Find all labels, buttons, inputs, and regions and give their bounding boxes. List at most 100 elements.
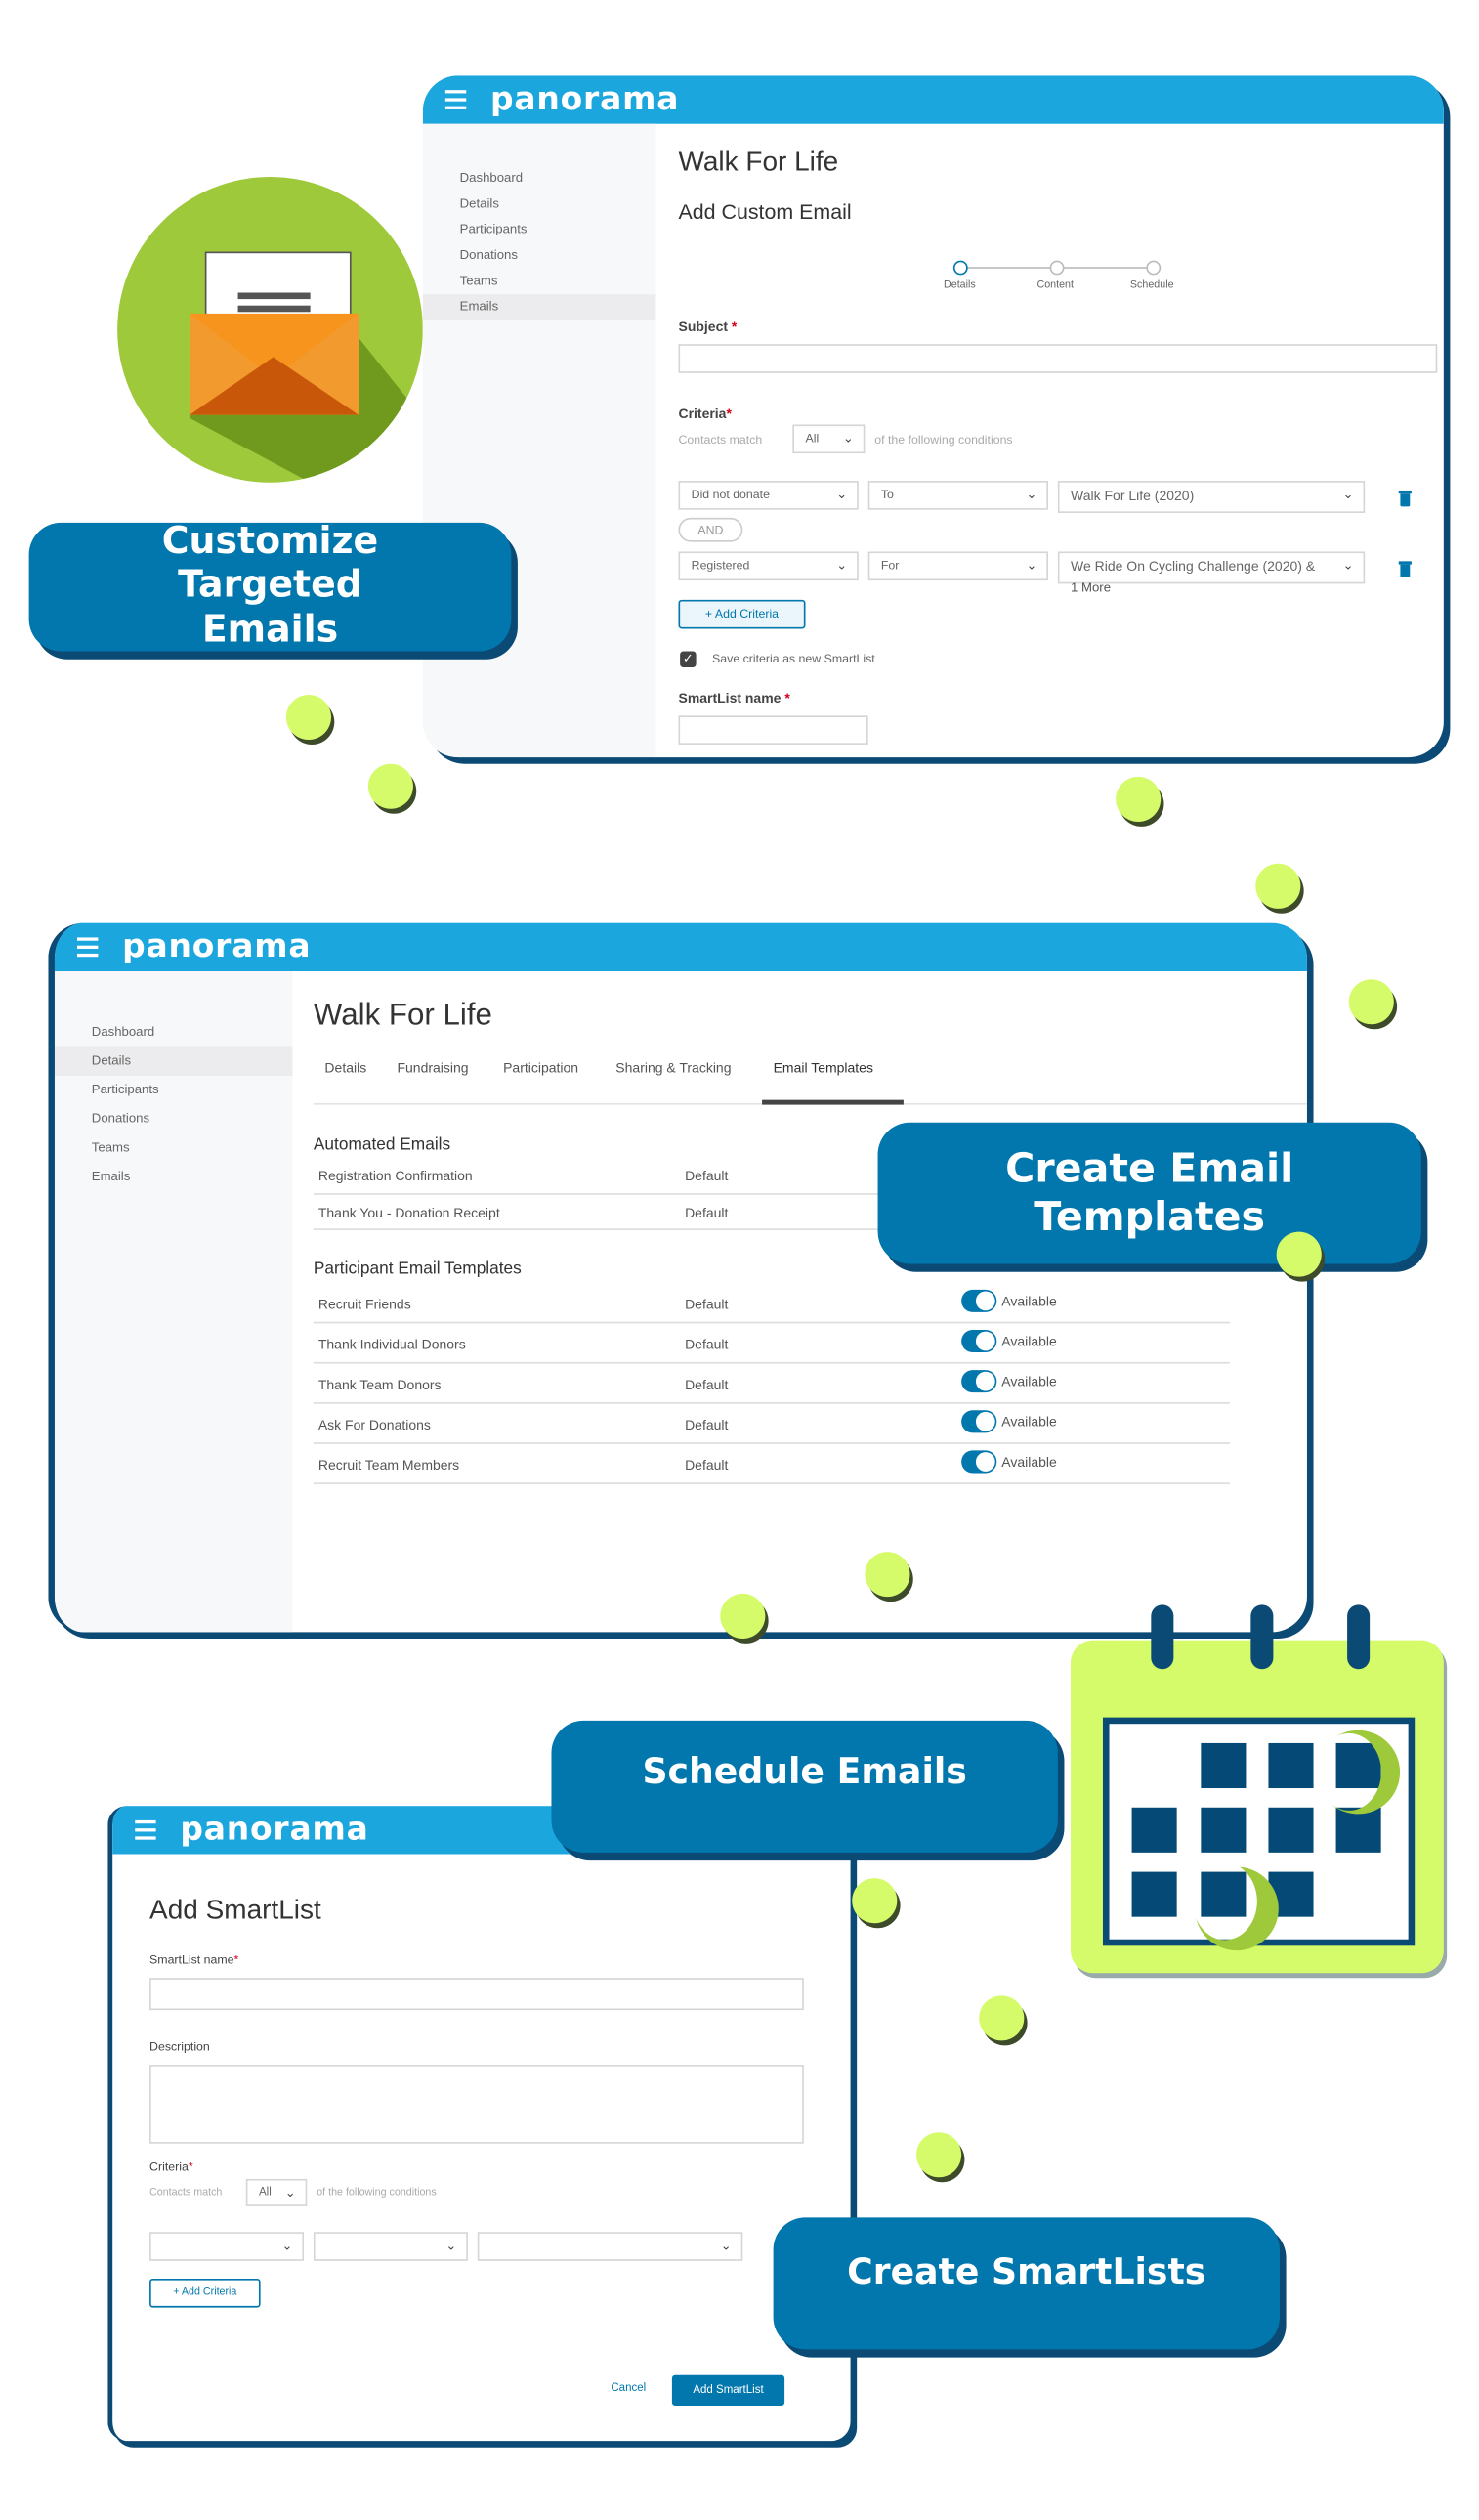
template-name: Registration Confirmation [317,1167,473,1184]
template-type: Default [685,1296,729,1312]
criteria-event-select[interactable]: ⌄ [477,2232,743,2261]
menu-icon[interactable] [135,1819,156,1840]
step-label: Content [1036,279,1074,291]
table-row[interactable]: Ask For Donations Default Available [313,1404,1230,1444]
sidebar-item-donations[interactable]: Donations [423,243,656,269]
tab-fundraising[interactable]: Fundraising [397,1060,468,1076]
menu-icon[interactable] [444,90,467,109]
template-name: Thank Individual Donors [317,1336,466,1353]
label-text: SmartList name [149,1951,234,1967]
availability-toggle[interactable] [961,1370,997,1393]
custom-email-window: panorama Dashboard Details Participants … [422,75,1444,758]
sidebar-item-dashboard[interactable]: Dashboard [423,166,656,192]
criteria-label: Criteria* [149,2159,193,2174]
sidebar-item-details[interactable]: Details [54,1046,293,1076]
select-value: Walk For Life (2020) [1071,487,1195,504]
more-count[interactable]: 1 More [1071,580,1111,595]
table-row[interactable]: Thank Individual Donors Default Available [313,1323,1230,1364]
contacts-match-label: Contacts match [149,2187,223,2199]
add-criteria-button[interactable]: + Add Criteria [149,2278,261,2308]
step-dot-content[interactable] [1049,260,1065,276]
criteria-relation-select[interactable]: ⌄ [313,2232,468,2261]
tab-sharing-tracking[interactable]: Sharing & Tracking [615,1060,731,1076]
page-title: Walk For Life [678,146,839,178]
match-value: All [805,431,820,446]
sidebar-item-teams[interactable]: Teams [55,1133,293,1163]
template-type: Default [685,1457,729,1474]
sidebar-item-emails[interactable]: Emails [55,1163,293,1192]
envelope-icon [117,177,423,483]
criteria-event-select[interactable]: Walk For Life (2020) ⌄ [1057,481,1366,513]
and-connector: AND [678,517,743,542]
active-tab-indicator [762,1099,904,1105]
availability-toggle[interactable] [961,1329,997,1353]
template-name: Ask For Donations [317,1416,431,1433]
sidebar-item-teams[interactable]: Teams [423,269,656,294]
sidebar-item-participants[interactable]: Participants [55,1076,293,1105]
chevron-down-icon: ⌄ [284,2185,296,2200]
trash-icon[interactable] [1398,490,1412,507]
add-smartlist-button[interactable]: Add SmartList [671,2374,785,2406]
sidebar-item-details[interactable]: Details [423,192,656,217]
calendar-icon [1071,1604,1444,1974]
smartlist-name-input[interactable] [149,1978,804,2011]
match-select[interactable]: All ⌄ [245,2178,308,2206]
step-label: Details [944,279,976,291]
decorative-dot [916,2132,962,2178]
criteria-action-select[interactable]: Did not donate ⌄ [678,481,859,510]
trash-icon[interactable] [1398,561,1412,577]
chevron-down-icon: ⌄ [842,431,854,446]
select-value: To [880,487,894,502]
description-textarea[interactable] [149,2065,804,2144]
tab-participation[interactable]: Participation [503,1060,578,1076]
criteria-event-select[interactable]: We Ride On Cycling Challenge (2020) & ⌄ [1057,551,1366,584]
status-label: Available [1001,1293,1057,1309]
step-dot-details[interactable] [952,260,968,276]
select-value: We Ride On Cycling Challenge (2020) & [1071,558,1316,575]
table-row[interactable]: Recruit Team Members Default Available [313,1444,1230,1484]
template-name: Recruit Team Members [317,1457,460,1474]
sidebar-item-dashboard[interactable]: Dashboard [55,1018,293,1047]
template-type: Default [685,1336,729,1353]
smartlist-name-input[interactable] [678,715,868,745]
cancel-button[interactable]: Cancel [611,2383,646,2395]
criteria-relation-select[interactable]: For ⌄ [867,551,1048,581]
following-conditions-label: of the following conditions [874,432,1013,448]
criteria-action-select[interactable]: ⌄ [149,2232,305,2261]
badge-text: Customize Targeted Emails [161,520,379,652]
chevron-down-icon: ⌄ [1026,487,1037,502]
sidebar-item-participants[interactable]: Participants [423,217,656,242]
panorama-logo: panorama [122,925,312,965]
sidebar-item-donations[interactable]: Donations [55,1105,293,1134]
contacts-match-label: Contacts match [678,432,763,448]
step-dot-schedule[interactable] [1146,260,1162,276]
label-text: Criteria [149,2159,189,2174]
chevron-down-icon: ⌄ [836,487,848,502]
decorative-dot [865,1552,910,1598]
participant-templates-heading: Participant Email Templates [313,1259,522,1279]
save-smartlist-checkbox[interactable]: ✓ [680,651,697,667]
marketing-collage: panorama Dashboard Details Participants … [0,0,1479,2520]
page-subtitle: Add Custom Email [678,199,852,224]
add-criteria-button[interactable]: + Add Criteria [678,599,806,629]
menu-icon[interactable] [76,937,99,958]
subject-input[interactable] [678,344,1438,373]
criteria-action-select[interactable]: Registered ⌄ [678,551,859,581]
sidebar-item-emails[interactable]: Emails [422,294,656,320]
step-label: Schedule [1129,279,1174,291]
availability-toggle[interactable] [961,1289,997,1312]
tab-details[interactable]: Details [324,1060,366,1076]
app-header: panorama [422,75,1444,124]
availability-toggle[interactable] [961,1410,997,1433]
table-row[interactable]: Thank Team Donors Default Available [313,1364,1230,1404]
following-conditions-label: of the following conditions [317,2187,437,2199]
table-row[interactable]: Recruit Friends Default Available [313,1283,1230,1324]
match-select[interactable]: All ⌄ [792,424,866,454]
chevron-down-icon: ⌄ [1026,558,1037,573]
select-value: Did not donate [691,487,770,502]
criteria-relation-select[interactable]: To ⌄ [867,481,1048,510]
availability-toggle[interactable] [961,1450,997,1474]
chevron-down-icon: ⌄ [281,2238,293,2253]
decorative-dot [1116,776,1162,822]
tab-email-templates[interactable]: Email Templates [774,1060,873,1076]
